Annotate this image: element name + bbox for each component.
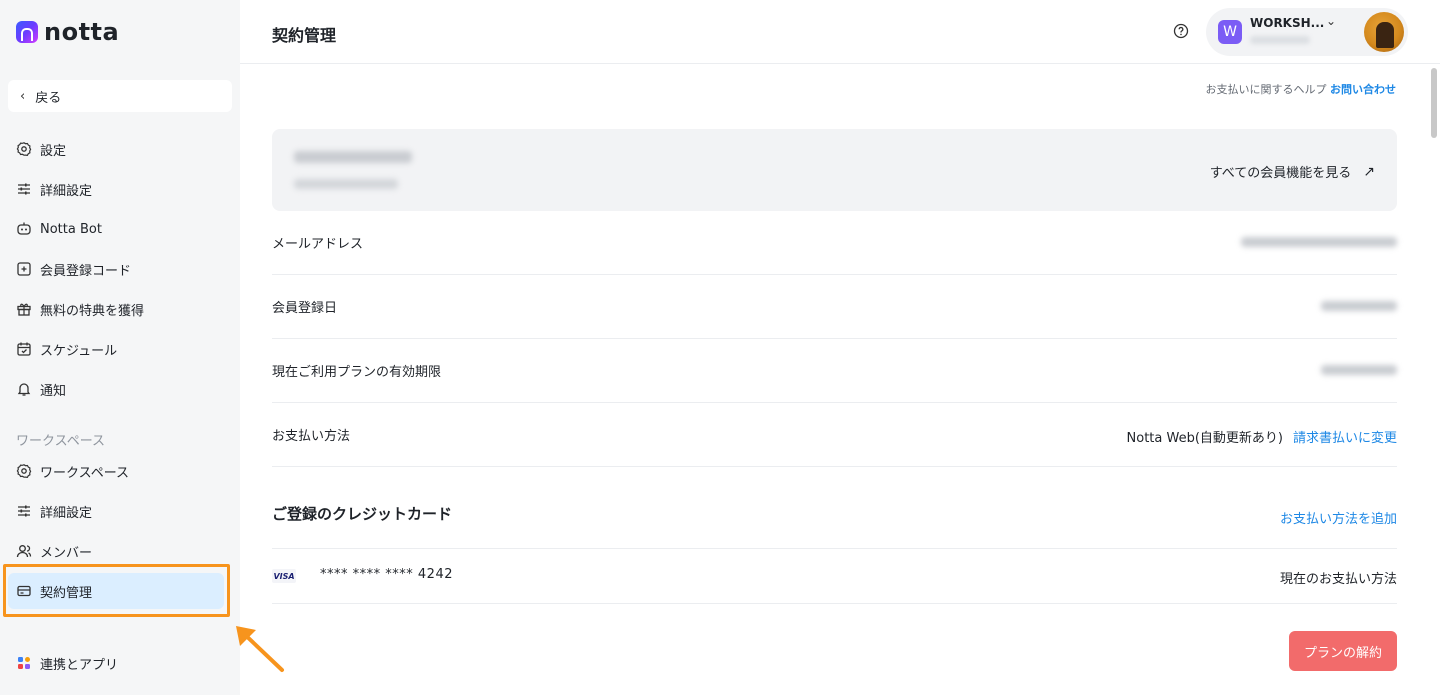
user-avatar[interactable] bbox=[1364, 12, 1404, 52]
sidebar-item-label: 会員登録コード bbox=[40, 263, 132, 279]
expiry-label: 現在ご利用プランの有効期限 bbox=[272, 365, 442, 380]
page-title: 契約管理 bbox=[272, 26, 337, 45]
calendar-icon bbox=[16, 341, 32, 357]
payment-help-text: お支払いに関するヘルプ bbox=[1205, 83, 1327, 96]
header: 契約管理 W WORKSH... ⌄ bbox=[240, 0, 1440, 64]
annotation-highlight-box bbox=[3, 564, 230, 617]
current-payment-status: 現在のお支払い方法 bbox=[1279, 572, 1397, 587]
workspace-avatar: W bbox=[1218, 20, 1242, 44]
back-button[interactable]: ‹ 戻る bbox=[8, 80, 232, 112]
see-all-features-link[interactable]: すべての会員機能を見る ↗ bbox=[1209, 162, 1375, 182]
sidebar-item-notifications[interactable]: 通知 bbox=[8, 371, 224, 407]
external-link-icon: ↗ bbox=[1363, 163, 1375, 180]
sidebar-item-label: メンバー bbox=[40, 545, 93, 561]
sidebar-item-free-rewards[interactable]: 無料の特典を獲得 bbox=[8, 291, 224, 327]
sidebar-item-advanced-settings[interactable]: 詳細設定 bbox=[8, 171, 224, 207]
visa-icon: VISA bbox=[272, 569, 296, 583]
cancel-plan-button[interactable]: プランの解約 bbox=[1289, 631, 1397, 671]
sliders-icon bbox=[16, 503, 32, 519]
payment-method-value: Notta Web(自動更新あり) bbox=[1126, 431, 1283, 446]
code-icon bbox=[16, 261, 32, 277]
plan-name-blurred bbox=[294, 151, 412, 163]
sidebar-item-schedule[interactable]: スケジュール bbox=[8, 331, 224, 367]
sidebar-item-workspace-advanced[interactable]: 詳細設定 bbox=[8, 493, 224, 529]
email-value-blurred bbox=[1241, 237, 1397, 247]
sidebar-item-integrations[interactable]: 連携とアプリ bbox=[8, 645, 224, 681]
logo-text: notta bbox=[44, 18, 120, 46]
workspace-section-label: ワークスペース bbox=[16, 434, 106, 449]
plan-card: すべての会員機能を見る ↗ bbox=[272, 129, 1397, 211]
annotation-arrow-icon bbox=[236, 626, 284, 672]
sidebar-item-workspace[interactable]: ワークスペース bbox=[8, 453, 224, 489]
payment-help-line: お支払いに関するヘルプ お問い合わせ bbox=[1206, 81, 1397, 97]
gift-icon bbox=[16, 301, 32, 317]
bell-icon bbox=[16, 381, 32, 397]
credit-card-row: VISA **** **** **** 4242 現在のお支払い方法 bbox=[272, 549, 1397, 604]
members-icon bbox=[16, 543, 32, 559]
expiry-row: 現在ご利用プランの有効期限 bbox=[272, 339, 1397, 403]
contact-link[interactable]: お問い合わせ bbox=[1330, 83, 1396, 96]
sidebar-item-settings[interactable]: 設定 bbox=[8, 131, 224, 167]
change-to-invoice-link[interactable]: 請求書払いに変更 bbox=[1293, 427, 1397, 446]
sliders-icon bbox=[16, 181, 32, 197]
help-icon[interactable] bbox=[1173, 23, 1189, 39]
sidebar-item-notta-bot[interactable]: Notta Bot bbox=[8, 211, 224, 247]
plan-detail-blurred bbox=[294, 179, 398, 189]
sidebar-item-label: ワークスペース bbox=[40, 465, 130, 481]
sidebar-item-label: スケジュール bbox=[40, 343, 118, 359]
email-row: メールアドレス bbox=[272, 211, 1397, 275]
workspace-switcher[interactable]: W WORKSH... ⌄ bbox=[1206, 8, 1408, 56]
notta-logo[interactable]: notta bbox=[16, 18, 120, 46]
gear-icon bbox=[16, 463, 32, 479]
credit-card-section-title: ご登録のクレジットカード bbox=[272, 505, 453, 523]
payment-method-label: お支払い方法 bbox=[272, 429, 351, 444]
payment-method-value-group: Notta Web(自動更新あり) 請求書払いに変更 bbox=[1127, 427, 1397, 446]
sidebar-item-label: 詳細設定 bbox=[40, 505, 93, 521]
bot-icon bbox=[16, 221, 32, 237]
payment-method-row: お支払い方法 Notta Web(自動更新あり) 請求書払いに変更 bbox=[272, 403, 1397, 467]
registered-date-row: 会員登録日 bbox=[272, 275, 1397, 339]
sidebar-item-label: Notta Bot bbox=[40, 221, 102, 237]
chevron-left-icon: ‹ bbox=[20, 88, 26, 104]
add-payment-method-link[interactable]: お支払い方法を追加 bbox=[1280, 508, 1397, 527]
sidebar-item-membership-code[interactable]: 会員登録コード bbox=[8, 251, 224, 287]
scrollbar[interactable] bbox=[1431, 68, 1437, 138]
gear-icon bbox=[16, 141, 32, 157]
sidebar-item-label: 通知 bbox=[40, 383, 67, 399]
see-all-features-label: すべての会員機能を見る bbox=[1209, 166, 1352, 181]
sidebar-item-label: 設定 bbox=[40, 143, 67, 159]
registered-date-blurred bbox=[1321, 301, 1397, 311]
sidebar-item-label: 連携とアプリ bbox=[40, 657, 119, 673]
back-label: 戻る bbox=[35, 90, 62, 106]
registered-date-label: 会員登録日 bbox=[272, 301, 338, 316]
chevron-down-icon: ⌄ bbox=[1326, 14, 1337, 28]
apps-icon bbox=[16, 655, 32, 671]
sidebar-item-label: 詳細設定 bbox=[40, 183, 93, 199]
sidebar-item-label: 無料の特典を獲得 bbox=[40, 303, 145, 319]
workspace-sub-blurred bbox=[1250, 36, 1310, 44]
notta-logo-icon bbox=[16, 21, 38, 43]
email-label: メールアドレス bbox=[272, 237, 364, 252]
expiry-date-blurred bbox=[1321, 365, 1397, 375]
workspace-name: WORKSH... bbox=[1250, 16, 1325, 30]
card-number: **** **** **** 4242 bbox=[320, 567, 453, 582]
